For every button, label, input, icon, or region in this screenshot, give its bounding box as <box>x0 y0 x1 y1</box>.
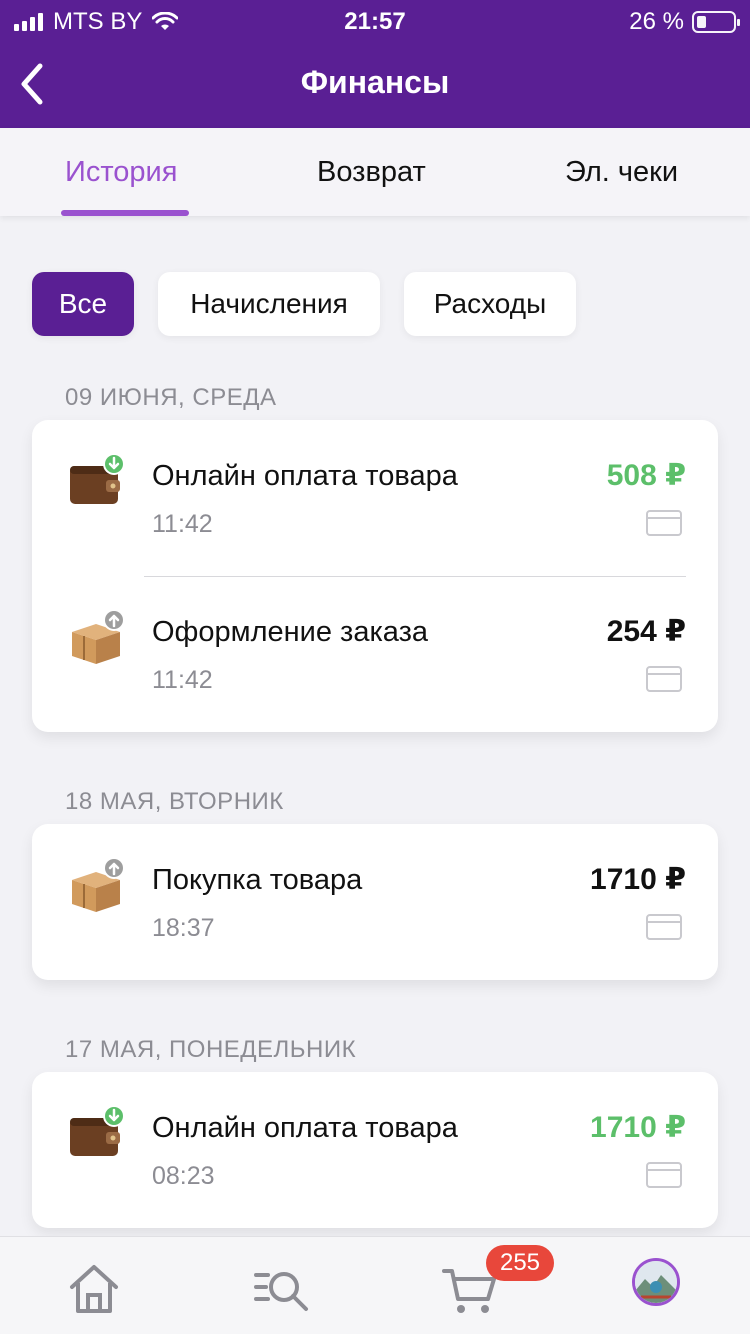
transaction-title: Онлайн оплата товара <box>152 460 458 492</box>
transaction-row[interactable]: Онлайн оплата товара 08:23 1710 ₽ <box>32 1072 718 1228</box>
transaction-card: Онлайн оплата товара 11:42 508 ₽ Оформле… <box>32 420 718 732</box>
transaction-time: 18:37 <box>152 914 215 942</box>
filter-all-chip[interactable]: Все <box>32 272 134 336</box>
transaction-amount: 1710 ₽ <box>590 1111 686 1144</box>
transaction-row[interactable]: Оформление заказа 11:42 254 ₽ <box>32 576 718 732</box>
transaction-title: Онлайн оплата товара <box>152 1112 458 1144</box>
filter-income-chip[interactable]: Начисления <box>158 272 380 336</box>
date-header: 18 МАЯ, ВТОРНИК <box>65 788 284 815</box>
wallet-icon <box>70 453 125 504</box>
battery-percent: 26 % <box>629 8 684 35</box>
transaction-row[interactable]: Онлайн оплата товара 11:42 508 ₽ <box>32 420 718 576</box>
transaction-amount: 508 ₽ <box>606 459 686 492</box>
status-bar: MTS BY 21:57 26 % <box>0 0 750 40</box>
box-icon <box>72 857 125 912</box>
tab-receipts[interactable]: Эл. чеки <box>565 156 678 189</box>
transaction-amount: 254 ₽ <box>606 615 686 648</box>
transaction-row[interactable]: Покупка товара 18:37 1710 ₽ <box>32 824 718 980</box>
transaction-title: Покупка товара <box>152 864 363 896</box>
card-payment-icon <box>646 666 682 692</box>
date-header: 09 ИЮНЯ, СРЕДА <box>65 384 277 411</box>
battery-icon <box>692 11 740 33</box>
active-tab-indicator <box>61 210 189 216</box>
page-title: Финансы <box>300 64 450 100</box>
top-bar: MTS BY 21:57 26 % Финансы <box>0 0 750 128</box>
transaction-card: Покупка товара 18:37 1710 ₽ <box>32 824 718 980</box>
date-header: 17 МАЯ, ПОНЕДЕЛЬНИК <box>65 1036 357 1063</box>
card-payment-icon <box>646 510 682 536</box>
tab-bar: История Возврат Эл. чеки <box>0 128 750 216</box>
transaction-card: Онлайн оплата товара 08:23 1710 ₽ <box>32 1072 718 1228</box>
transaction-time: 11:42 <box>152 666 213 694</box>
transaction-time: 11:42 <box>152 510 213 538</box>
tab-returns[interactable]: Возврат <box>317 156 426 189</box>
filter-expenses-chip[interactable]: Расходы <box>404 272 576 336</box>
transaction-amount: 1710 ₽ <box>590 863 686 896</box>
transaction-time: 08:23 <box>152 1162 215 1190</box>
tab-history[interactable]: История <box>65 156 177 189</box>
profile-avatar[interactable] <box>632 1258 680 1306</box>
catalog-search-icon[interactable] <box>252 1259 312 1319</box>
box-icon <box>72 609 125 664</box>
card-payment-icon <box>646 1162 682 1188</box>
card-payment-icon <box>646 914 682 940</box>
cart-count-badge: 255 <box>486 1245 554 1281</box>
home-icon[interactable] <box>64 1259 124 1319</box>
avatar-image-icon <box>635 1261 677 1303</box>
transaction-title: Оформление заказа <box>152 616 429 648</box>
wallet-icon <box>70 1105 125 1156</box>
